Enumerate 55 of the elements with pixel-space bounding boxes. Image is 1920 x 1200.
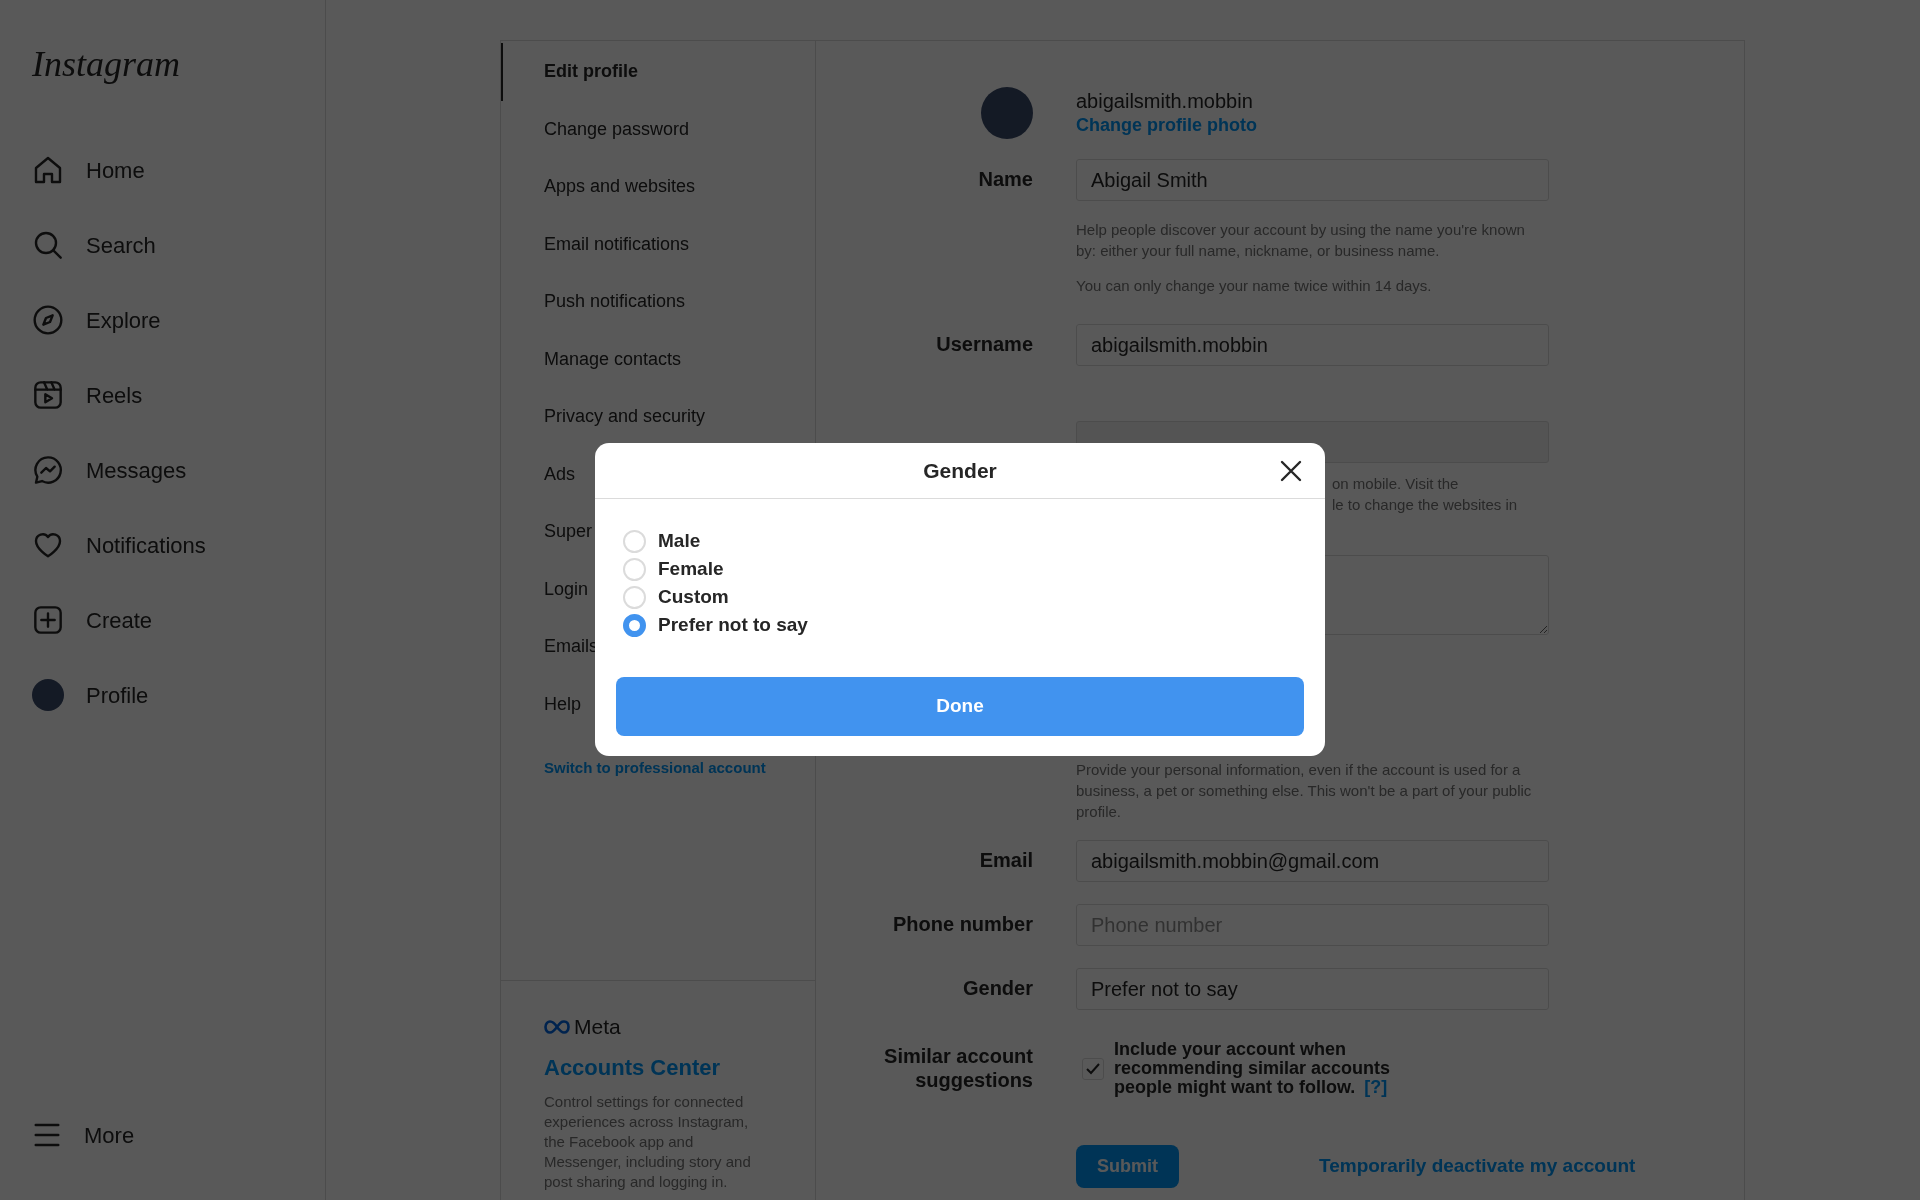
radio-option[interactable]: Female xyxy=(623,555,724,583)
settings-menu-item[interactable]: Change password xyxy=(501,100,815,158)
compass-icon xyxy=(32,304,64,336)
radio-option[interactable]: Male xyxy=(623,527,701,555)
close-icon xyxy=(1280,460,1302,482)
change-photo-link[interactable]: Change profile photo xyxy=(1076,114,1257,137)
nav-item[interactable]: Create xyxy=(32,595,153,645)
done-button[interactable]: Done xyxy=(616,677,1304,736)
deactivate-account-link[interactable]: Temporarily deactivate my account xyxy=(1319,1152,1636,1181)
nav-item[interactable]: Explore xyxy=(32,295,161,345)
avatar xyxy=(32,679,64,711)
checkmark-icon xyxy=(1086,1062,1100,1075)
checkbox-label: Include your account when recommending similar accounts people might want to follow. [?] xyxy=(1114,1040,1392,1097)
radio-option[interactable]: Prefer not to say xyxy=(623,611,808,639)
radio-button[interactable] xyxy=(623,613,646,637)
submit-button[interactable]: Submit xyxy=(1076,1145,1179,1188)
field-label: Username xyxy=(936,333,1033,355)
help-link[interactable]: [?] xyxy=(1364,1077,1388,1097)
home-icon xyxy=(32,154,64,186)
settings-menu-item[interactable]: Manage contacts xyxy=(501,330,815,388)
video-play-icon xyxy=(32,379,64,411)
search-icon xyxy=(32,229,64,261)
chat-bubble-icon xyxy=(32,454,64,486)
checkbox[interactable] xyxy=(1082,1057,1104,1080)
field-label: Similar account suggestions xyxy=(884,1045,1033,1091)
nav-item[interactable]: Home xyxy=(32,145,145,195)
settings-menu-item[interactable]: Privacy and security xyxy=(501,388,815,446)
nav-item[interactable]: Search xyxy=(32,220,156,270)
switch-account-link[interactable]: Switch to professional account xyxy=(544,757,766,780)
settings-menu-item[interactable]: Apps and websites xyxy=(501,158,815,216)
avatar xyxy=(981,87,1033,139)
nav-item[interactable]: Messages xyxy=(32,445,187,495)
nav-item[interactable]: Profile xyxy=(32,670,149,720)
field-label: Name xyxy=(978,168,1033,190)
infinity-logo-icon xyxy=(544,1019,570,1034)
field-label: Email xyxy=(979,849,1033,871)
brand-name: Meta xyxy=(574,1014,621,1040)
text-field[interactable]: Abigail Smith xyxy=(1076,159,1549,201)
nav-item[interactable]: Notifications xyxy=(32,520,206,570)
nav-item[interactable]: Reels xyxy=(32,370,143,420)
field-label: Phone number xyxy=(893,913,1033,935)
text-field[interactable]: abigailsmith.mobbin@gmail.com xyxy=(1076,840,1549,882)
dialog-title: Gender xyxy=(923,457,997,484)
field-label: Gender xyxy=(962,977,1033,999)
username-heading: abigailsmith.mobbin xyxy=(1076,89,1254,114)
more-button[interactable]: More xyxy=(32,1110,293,1160)
accounts-center-link[interactable]: Accounts Center xyxy=(544,1050,721,1084)
settings-menu-item[interactable]: Email notifications xyxy=(501,215,815,273)
settings-menu-item[interactable]: Edit profile xyxy=(501,43,815,101)
plus-square-icon xyxy=(32,604,64,636)
text-field[interactable]: Prefer not to say xyxy=(1076,968,1549,1010)
radio-option[interactable]: Custom xyxy=(623,583,729,611)
text-field[interactable]: abigailsmith.mobbin xyxy=(1076,324,1549,366)
settings-menu-item[interactable]: Push notifications xyxy=(501,273,815,331)
instagram-logo[interactable]: Instagram xyxy=(32,46,180,82)
